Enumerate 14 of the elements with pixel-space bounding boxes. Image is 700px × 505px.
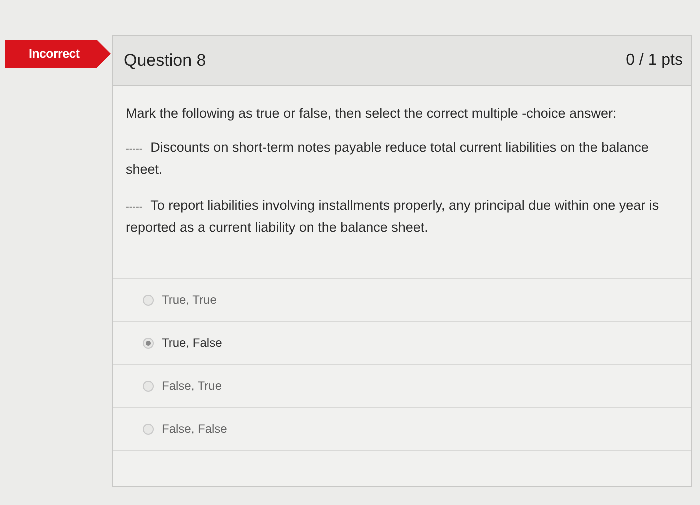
radio-button[interactable] (143, 294, 154, 306)
radio-button[interactable] (143, 380, 154, 392)
question-points: 0 / 1 pts (626, 52, 683, 70)
radio-button[interactable] (143, 338, 154, 348)
answer-label[interactable]: True, False (162, 336, 222, 350)
answer-label[interactable]: False, False (162, 422, 228, 436)
answer-label[interactable]: False, True (162, 379, 222, 393)
question-prompt: Mark the following as true or false, then select the correct multiple -choice answer: (126, 105, 618, 123)
incorrect-badge: Incorrect (5, 40, 111, 68)
statement-text: ----- Discounts on short-term notes payable reduce total current liabilities on the balance sheet. (126, 139, 650, 179)
radio-button[interactable] (143, 424, 154, 434)
question-title: Question 8 (124, 50, 206, 70)
statement-text: ----- To report liabilities involving installments properly, any principal due within one year is reported as a current liability on the balance sheet. (126, 197, 660, 237)
answer-label[interactable]: True, True (162, 293, 217, 307)
